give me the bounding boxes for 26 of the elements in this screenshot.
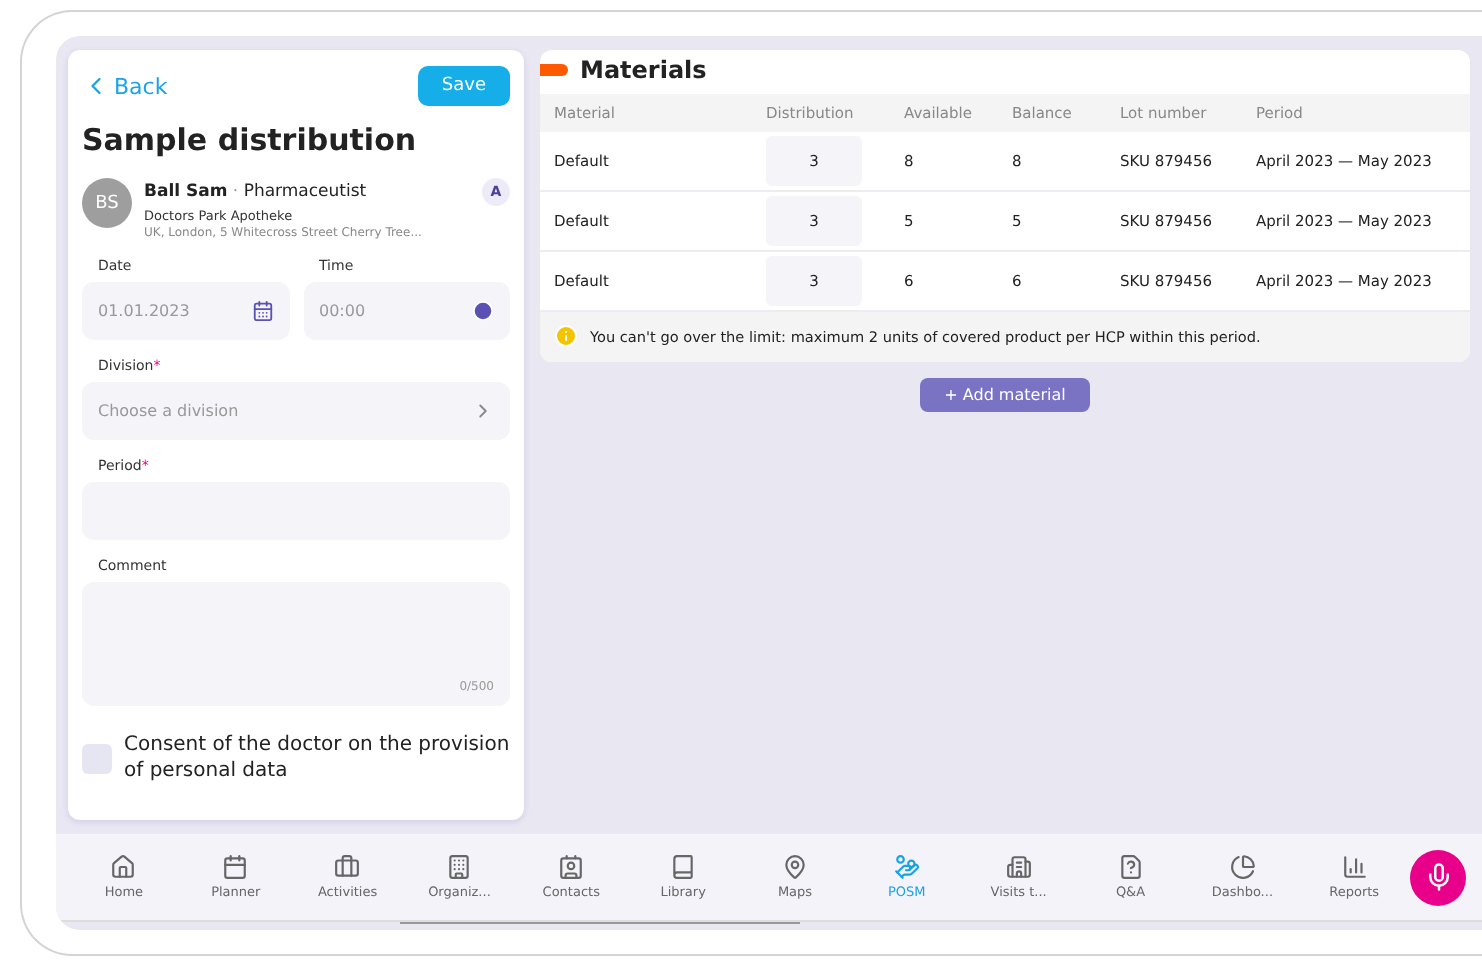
page-title: Sample distribution bbox=[82, 122, 419, 158]
back-link[interactable]: Back bbox=[82, 72, 168, 100]
avatar: BS bbox=[82, 178, 132, 228]
add-material-button[interactable]: + Add material bbox=[920, 378, 1090, 412]
hand-coins-icon bbox=[893, 854, 920, 880]
building-person-icon bbox=[1005, 854, 1032, 880]
clock-icon bbox=[472, 300, 494, 322]
microphone-button[interactable] bbox=[1410, 849, 1467, 905]
bar-chart-icon bbox=[1341, 854, 1368, 880]
house-icon bbox=[110, 854, 137, 880]
section-title: Materials bbox=[580, 56, 707, 84]
consent-label: Consent of the doctor on the provision of personal data bbox=[124, 732, 510, 784]
calendar-icon bbox=[251, 300, 273, 322]
info-icon bbox=[554, 324, 578, 348]
book-icon bbox=[670, 854, 697, 880]
building-icon bbox=[446, 854, 473, 880]
map-pin-icon bbox=[781, 854, 808, 880]
briefcase-icon bbox=[334, 854, 361, 880]
contact-card-icon bbox=[558, 854, 585, 880]
contact-name: Ball Sam · Pharmaceutist bbox=[144, 182, 367, 202]
calendar-icon bbox=[222, 854, 249, 880]
microphone-icon bbox=[1423, 862, 1454, 892]
accent-bar bbox=[540, 64, 568, 76]
consent-checkbox[interactable] bbox=[82, 743, 112, 773]
document-question-icon bbox=[1117, 854, 1144, 880]
pie-chart-icon bbox=[1229, 854, 1256, 880]
